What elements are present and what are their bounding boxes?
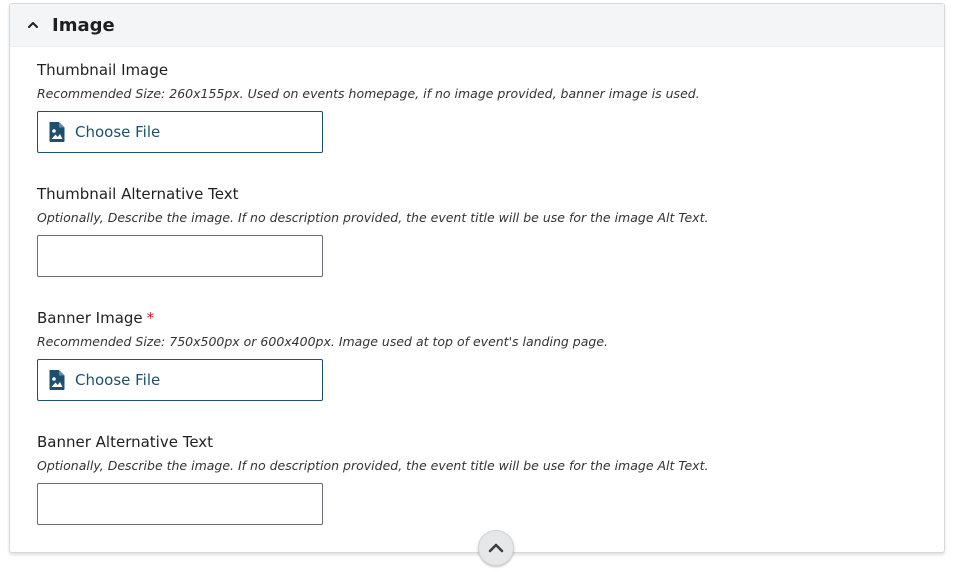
thumbnail-alt-field: Thumbnail Alternative Text Optionally, D… <box>37 184 708 277</box>
banner-image-label-row: Banner Image * <box>37 308 608 328</box>
banner-choose-file-label: Choose File <box>75 371 161 389</box>
required-marker: * <box>146 309 155 327</box>
thumbnail-alt-input[interactable] <box>37 235 323 277</box>
banner-image-label: Banner Image <box>37 309 143 327</box>
banner-choose-file-button[interactable]: Choose File <box>37 359 323 401</box>
image-section-panel: Image Thumbnail Image Recommended Size: … <box>9 3 945 553</box>
banner-alt-field: Banner Alternative Text Optionally, Desc… <box>37 432 708 525</box>
thumbnail-image-label: Thumbnail Image <box>37 61 169 79</box>
section-title: Image <box>52 14 115 36</box>
banner-alt-label: Banner Alternative Text <box>37 433 214 451</box>
thumbnail-image-description: Recommended Size: 260x155px. Used on eve… <box>37 86 700 101</box>
thumbnail-image-field: Thumbnail Image Recommended Size: 260x15… <box>37 60 700 153</box>
banner-image-field: Banner Image * Recommended Size: 750x500p… <box>37 308 608 401</box>
chevron-up-icon <box>486 538 506 558</box>
banner-alt-input[interactable] <box>37 483 323 525</box>
thumbnail-alt-description: Optionally, Describe the image. If no de… <box>37 210 709 225</box>
chevron-up-icon <box>24 16 42 34</box>
file-image-icon <box>48 121 66 143</box>
image-section-header[interactable]: Image <box>10 4 944 47</box>
scroll-to-top-button[interactable] <box>478 530 514 566</box>
thumbnail-choose-file-button[interactable]: Choose File <box>37 111 323 153</box>
thumbnail-choose-file-label: Choose File <box>75 123 161 141</box>
file-image-icon <box>48 369 66 391</box>
banner-image-description: Recommended Size: 750x500px or 600x400px… <box>37 334 608 349</box>
thumbnail-alt-label: Thumbnail Alternative Text <box>37 185 239 203</box>
banner-alt-description: Optionally, Describe the image. If no de… <box>37 458 709 473</box>
